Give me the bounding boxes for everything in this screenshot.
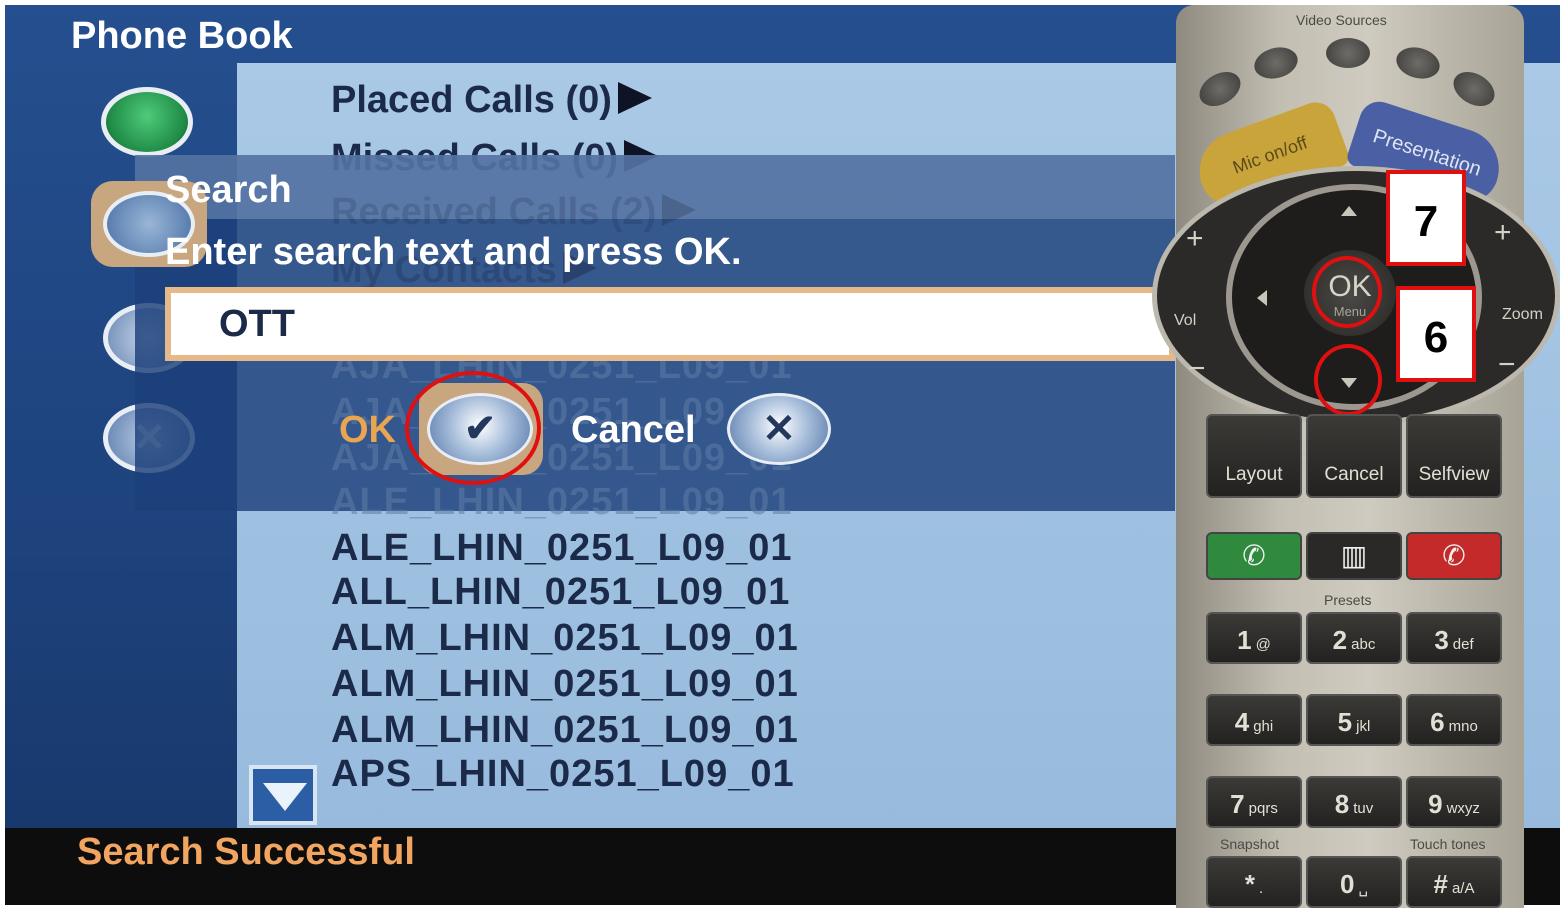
vol-up-icon[interactable]: + xyxy=(1186,222,1204,256)
list-item[interactable]: ALM_LHIN_0251_L09_01 xyxy=(331,709,799,752)
menu-received-calls[interactable]: Received Calls (2) xyxy=(331,191,697,234)
list-item[interactable]: APS_LHIN_0251_L09_01 xyxy=(331,753,795,796)
vol-down-icon[interactable]: − xyxy=(1188,352,1206,386)
key-star[interactable]: *. xyxy=(1206,856,1302,908)
step-7-callout: 7 xyxy=(1386,170,1466,266)
list-item[interactable]: ALE_LHIN_0251_L09_01 xyxy=(331,527,792,570)
cancel-label: Cancel xyxy=(571,409,696,451)
phonebook-button[interactable]: ▥ xyxy=(1306,532,1402,580)
list-item[interactable]: AJA_LHIN_0251_L09_01 xyxy=(331,437,793,480)
snapshot-label: Snapshot xyxy=(1220,836,1280,852)
search-input[interactable] xyxy=(165,287,1175,361)
arrow-right-icon xyxy=(617,82,652,114)
key-0[interactable]: 0 ␣ xyxy=(1306,856,1402,908)
key-7[interactable]: 7 pqrs xyxy=(1206,776,1302,828)
zoom-label: Zoom xyxy=(1502,306,1543,323)
list-item[interactable]: ALM_LHIN_0251_L09_01 xyxy=(331,663,799,706)
phone-icon: ✆ xyxy=(1242,540,1266,571)
video-sources-label: Video Sources xyxy=(1296,12,1387,28)
selfview-button[interactable]: Selfview xyxy=(1406,414,1502,498)
key-3[interactable]: 3 def xyxy=(1406,612,1502,664)
key-4[interactable]: 4 ghi xyxy=(1206,694,1302,746)
key-1[interactable]: 1 @ xyxy=(1206,612,1302,664)
scroll-down-icon[interactable] xyxy=(249,765,317,825)
search-dialog-prompt: Enter search text and press OK. xyxy=(165,231,742,273)
arrow-left-icon[interactable] xyxy=(1257,290,1267,306)
cancel-button[interactable]: ✕ xyxy=(727,393,831,465)
ok-highlight-ring xyxy=(405,371,541,485)
hangup-button[interactable]: ✆ xyxy=(1406,532,1502,580)
arrow-right-icon xyxy=(662,194,697,226)
key-hash[interactable]: # a/A xyxy=(1406,856,1502,908)
video-source-button-3[interactable] xyxy=(1326,38,1370,68)
close-icon: ✕ xyxy=(762,407,796,451)
ok-label: OK xyxy=(339,409,396,451)
remote-cancel-button[interactable]: Cancel xyxy=(1306,414,1402,498)
call-button[interactable]: ✆ xyxy=(1206,532,1302,580)
vol-label: Vol xyxy=(1174,312,1197,329)
layout-button[interactable]: Layout xyxy=(1206,414,1302,498)
key-6[interactable]: 6 mno xyxy=(1406,694,1502,746)
list-item[interactable]: ALM_LHIN_0251_L09_01 xyxy=(331,617,799,660)
book-icon: ▥ xyxy=(1340,540,1368,571)
list-item[interactable]: AJA_LHIN_0251_L09_01 xyxy=(331,391,793,434)
hangup-icon: ✆ xyxy=(1442,540,1466,571)
status-text: Search Successful xyxy=(77,831,415,873)
down-arrow-highlight-ring xyxy=(1314,344,1382,416)
key-5[interactable]: 5 jkl xyxy=(1306,694,1402,746)
key-9[interactable]: 9 wxyz xyxy=(1406,776,1502,828)
menu-placed-calls[interactable]: Placed Calls (0) xyxy=(331,79,652,122)
search-dialog-title: Search xyxy=(165,169,292,211)
list-item[interactable]: ALL_LHIN_0251_L09_01 xyxy=(331,571,790,614)
key-8[interactable]: 8 tuv xyxy=(1306,776,1402,828)
touch-tones-label: Touch tones xyxy=(1410,836,1486,852)
step-6-callout: 6 xyxy=(1396,286,1476,382)
arrow-up-icon[interactable] xyxy=(1341,206,1357,216)
remote-ok-highlight-ring xyxy=(1312,256,1382,328)
phone-icon[interactable] xyxy=(101,87,193,157)
key-2[interactable]: 2 abc xyxy=(1306,612,1402,664)
list-item[interactable]: ALE_LHIN_0251_L09_01 xyxy=(331,481,792,524)
page-title: Phone Book xyxy=(71,15,293,57)
zoom-out-icon[interactable]: − xyxy=(1498,348,1516,382)
presets-label: Presets xyxy=(1324,592,1372,608)
zoom-in-icon[interactable]: + xyxy=(1494,216,1512,250)
